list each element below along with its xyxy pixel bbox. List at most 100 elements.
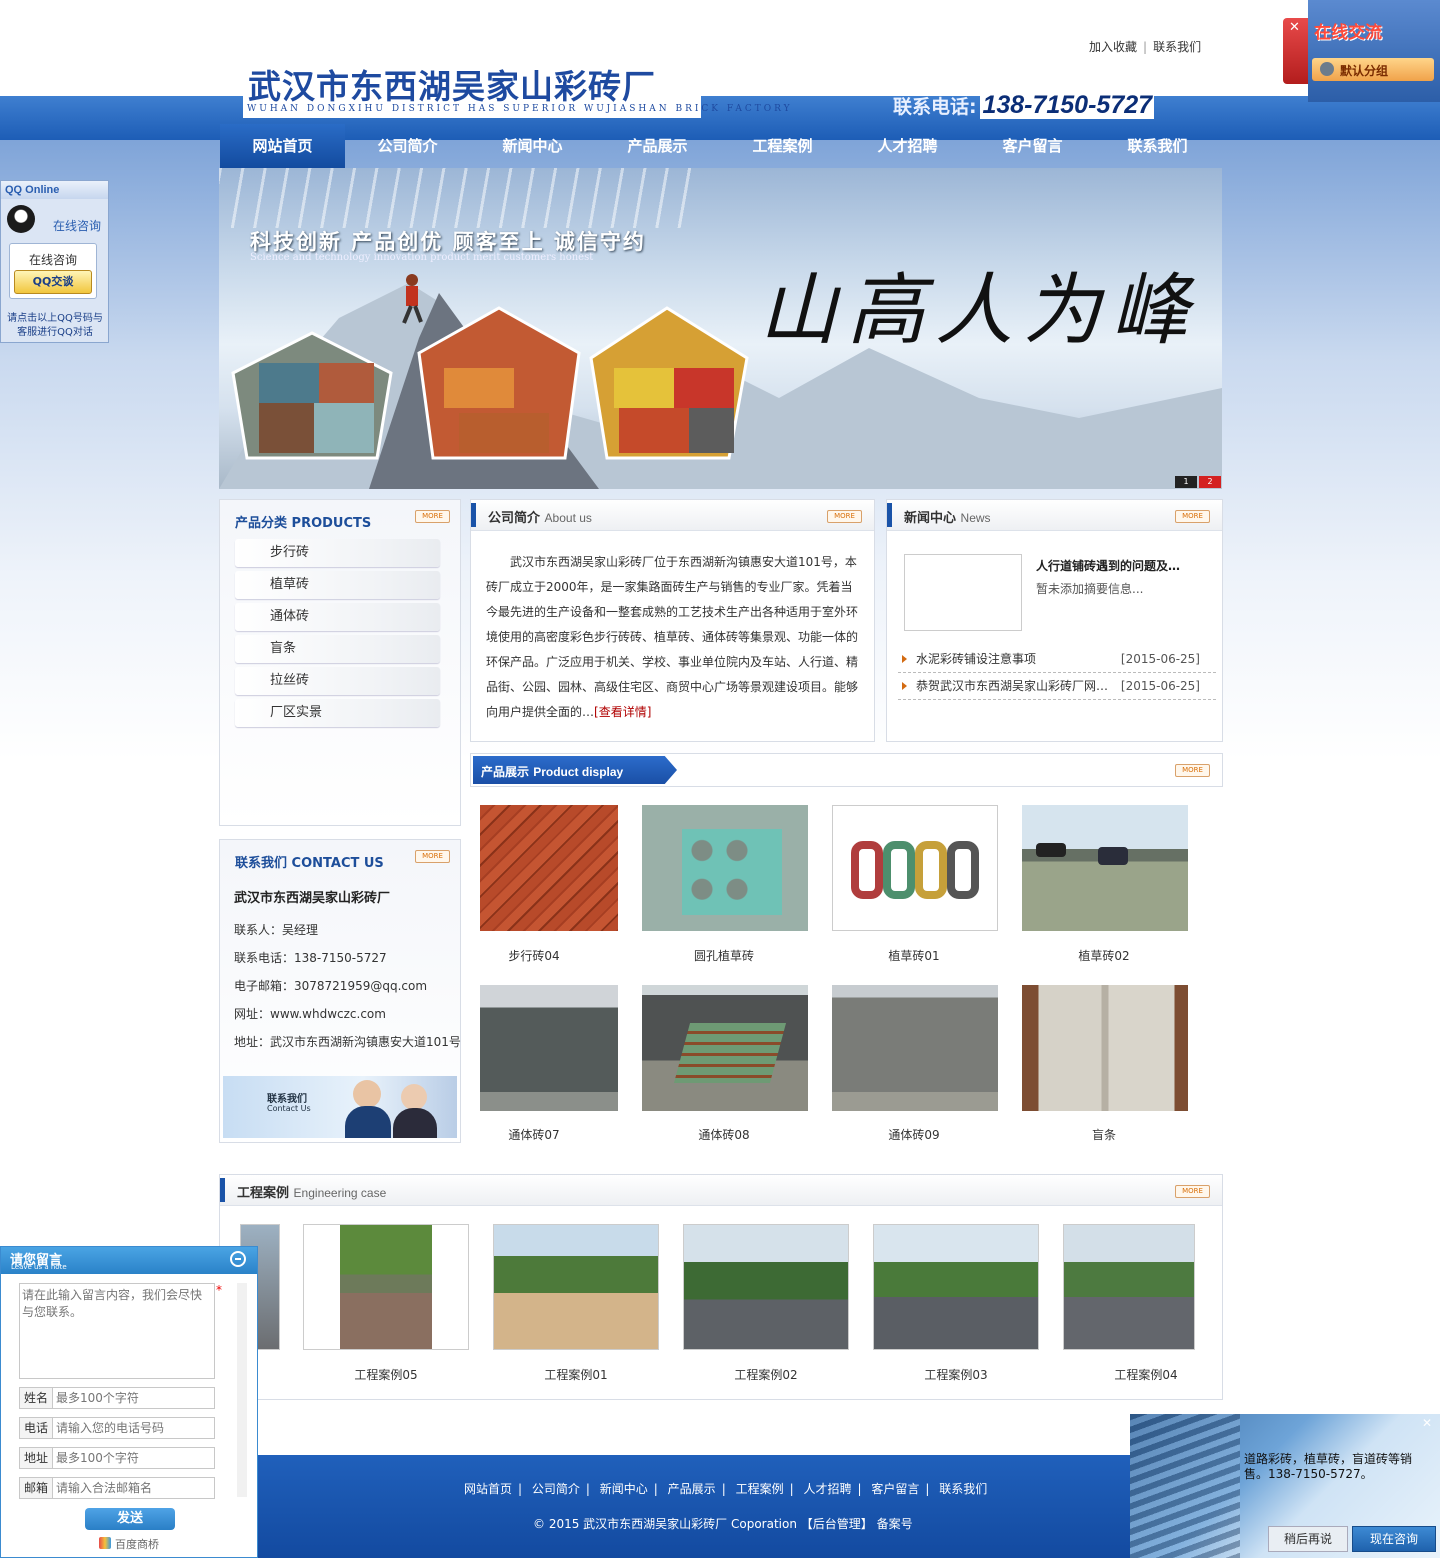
product-image-grass-brick-02[interactable] [1022,805,1188,931]
name-field: 姓名 [19,1387,215,1409]
footer-link-messages[interactable]: 客户留言 [871,1482,919,1496]
cases-title: 工程案例 Engineering case [237,1186,387,1201]
case-image-01[interactable] [493,1224,659,1350]
product-name[interactable]: 通体砖07 [464,1126,604,1143]
chat-group-button[interactable]: 默认分组 [1312,58,1434,81]
product-name[interactable]: 步行砖04 [464,947,604,964]
category-item-walking-brick[interactable]: 步行砖 [235,539,440,567]
product-image-solid-brick-09[interactable] [832,985,998,1111]
qq-consult-text[interactable]: 在线咨询 [53,217,101,234]
chat-close-icon[interactable]: ✕ [1289,20,1300,35]
phone-input[interactable] [53,1418,214,1438]
product-image-round-hole-grass-brick[interactable] [642,805,808,931]
case-name[interactable]: 工程案例05 [303,1366,469,1383]
name-input[interactable] [53,1388,214,1408]
case-image-02[interactable] [683,1224,849,1350]
cases-more-button[interactable]: MORE [1175,1185,1210,1198]
nav-contact[interactable]: 联系我们 [1095,124,1220,168]
product-name[interactable]: 圆孔植草砖 [654,947,794,964]
footer-link-jobs[interactable]: 人才招聘 [803,1482,851,1496]
product-image-solid-brick-07[interactable] [480,985,618,1111]
banner-calligraphy: 山高人为峰 [759,266,1200,356]
name-label: 姓名 [20,1388,53,1408]
nav-products[interactable]: 产品展示 [595,124,720,168]
car-shape [1098,847,1128,865]
news-item[interactable]: 水泥彩砖铺设注意事项 [2015-06-25] [898,646,1216,673]
footer-link-news[interactable]: 新闻中心 [600,1482,648,1496]
nav-cases[interactable]: 工程案例 [720,124,845,168]
case-image-04[interactable] [1063,1224,1195,1350]
about-more-button[interactable]: MORE [827,510,862,523]
qq-chat-button[interactable]: QQ交谈 [14,270,92,294]
minimize-icon[interactable] [230,1251,246,1267]
footer-link-cases[interactable]: 工程案例 [736,1482,784,1496]
popup-close-icon[interactable]: ✕ [1422,1416,1432,1430]
nav-about[interactable]: 公司简介 [345,124,470,168]
user-group-icon [1320,62,1334,76]
site-title: 武汉市东西湖吴家山彩砖厂 [248,67,656,106]
popup-later-button[interactable]: 稍后再说 [1268,1526,1348,1552]
popup-now-button[interactable]: 现在咨询 [1352,1526,1436,1552]
banner-page-1[interactable]: 1 [1175,476,1197,488]
product-image-grass-brick-01[interactable] [832,805,998,931]
send-button[interactable]: 发送 [85,1508,175,1530]
footer-link-home[interactable]: 网站首页 [464,1482,512,1496]
case-name[interactable]: 工程案例01 [493,1366,659,1383]
email-field: 邮箱 [19,1477,215,1499]
contact-more-button[interactable]: MORE [415,850,450,863]
chat-side-tab[interactable]: ✕ [1283,18,1309,84]
nav-home[interactable]: 网站首页 [220,124,345,168]
nav-jobs[interactable]: 人才招聘 [845,124,970,168]
hero-banner[interactable]: 科技创新 产品创优 顾客至上 诚信守约 Science and technolo… [219,168,1222,489]
news-more-button[interactable]: MORE [1175,510,1210,523]
products-more-button[interactable]: MORE [415,510,450,523]
product-name[interactable]: 植草砖01 [844,947,984,964]
news-featured-image[interactable] [904,554,1022,631]
case-image-05[interactable] [303,1224,469,1350]
product-image-walking-brick-04[interactable] [480,805,618,931]
contact-banner-en: Contact Us [267,1104,311,1113]
message-textarea[interactable] [19,1283,215,1379]
baidu-bridge-icon [99,1537,111,1549]
case-name[interactable]: 工程案例02 [683,1366,849,1383]
case-name[interactable]: 工程案例03 [873,1366,1039,1383]
category-item-grass-brick[interactable]: 植草砖 [235,571,440,599]
products-panel-title: 产品分类 PRODUCTS [235,516,372,531]
product-name[interactable]: 通体砖09 [844,1126,984,1143]
address-input[interactable] [53,1448,214,1468]
product-name[interactable]: 植草砖02 [1034,947,1174,964]
product-name[interactable]: 通体砖08 [654,1126,794,1143]
category-item-factory-photos[interactable]: 厂区实景 [235,699,440,727]
consult-popup: ✕ 道路彩砖，植草砖，盲道砖等销售。138-7150-5727。 稍后再说 现在… [1130,1414,1440,1558]
message-window: 请您留言 Leave us a note * 姓名 电话 地址 邮箱 发送 百度… [0,1246,258,1558]
message-scrollbar[interactable] [237,1283,247,1497]
case-name[interactable]: 工程案例04 [1063,1366,1229,1383]
contact-link[interactable]: 联系我们 [1153,40,1201,54]
case-image-03[interactable] [873,1224,1039,1350]
bookmark-link[interactable]: 加入收藏 [1089,40,1137,54]
news-list: 水泥彩砖铺设注意事项 [2015-06-25] 恭贺武汉市东西湖吴家山彩砖厂网…[… [898,646,1216,700]
news-featured-title[interactable]: 人行道铺砖遇到的问题及… [1036,557,1180,574]
news-panel: 新闻中心 News MORE 人行道铺砖遇到的问题及… 暂未添加摘要信息... … [886,499,1223,742]
footer-link-contact[interactable]: 联系我们 [939,1482,987,1496]
nav-news[interactable]: 新闻中心 [470,124,595,168]
category-item-solid-brick[interactable]: 通体砖 [235,603,440,631]
product-display-more-button[interactable]: MORE [1175,764,1210,777]
news-item[interactable]: 恭贺武汉市东西湖吴家山彩砖厂网… [2015-06-25] [898,673,1216,700]
email-input[interactable] [53,1478,214,1498]
qq-online-header: QQ Online [1,181,108,199]
about-detail-link[interactable]: [查看详情] [594,705,651,719]
baidu-bridge-brand[interactable]: 百度商桥 [115,1536,159,1552]
contact-person: 联系人：吴经理 [234,923,319,937]
footer-link-products[interactable]: 产品展示 [668,1482,716,1496]
product-image-solid-brick-08[interactable] [642,985,808,1111]
category-item-wire-brick[interactable]: 拉丝砖 [235,667,440,695]
product-image-blind-strip[interactable] [1022,985,1188,1111]
banner-page-2[interactable]: 2 [1199,476,1221,488]
phone-display: 联系电话: 138-7150-5727 [893,91,1155,120]
contact-address: 地址：武汉市东西湖新沟镇惠安大道101号 [234,1035,461,1049]
footer-link-about[interactable]: 公司简介 [532,1482,580,1496]
product-name[interactable]: 盲条 [1034,1126,1174,1143]
nav-messages[interactable]: 客户留言 [970,124,1095,168]
category-item-blind-strip[interactable]: 盲条 [235,635,440,663]
